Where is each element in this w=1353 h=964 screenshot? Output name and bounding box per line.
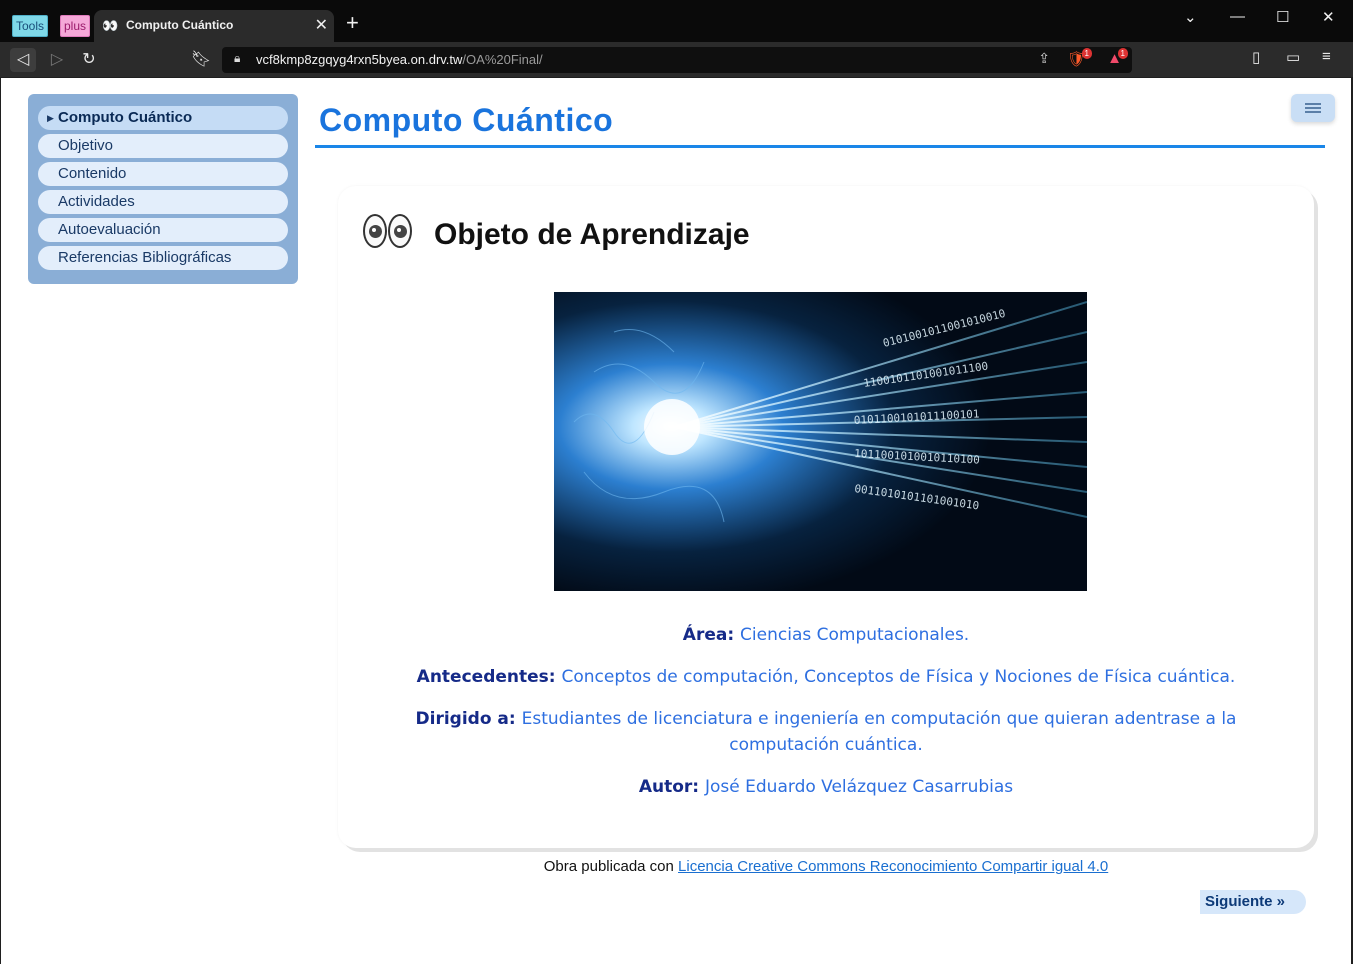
license-link[interactable]: Licencia Creative Commons Reconocimiento… (678, 858, 1108, 875)
rewards-badge: 1 (1117, 48, 1128, 59)
browser-navbar: ◁ ▷ ↻ 🔖︎ 🔒︎ vcf8kmp8zgqyg4rxn5byea.on.dr… (0, 42, 1353, 77)
address-bar[interactable]: 🔒︎ vcf8kmp8zgqyg4rxn5byea.on.drv.tw/OA%2… (222, 47, 1132, 73)
sidebar-item-computo-cuantico[interactable]: ▶ Computo Cuántico (38, 106, 288, 130)
tab-search-chevron-icon[interactable]: ⌄ (1184, 8, 1197, 26)
hamburger-menu-button[interactable] (1291, 94, 1335, 122)
brave-badge: 1 (1081, 48, 1092, 59)
forward-icon[interactable]: ▷ (44, 48, 70, 72)
sidebar-item-label: Computo Cuántico (58, 109, 193, 126)
sidebar-item-referencias[interactable]: Referencias Bibliográficas (38, 246, 288, 270)
meta-dirigido-value: Estudiantes de licenciatura e ingeniería… (521, 709, 1237, 755)
sidebar-item-contenido[interactable]: Contenido (38, 162, 288, 186)
bookmark-icon[interactable]: 🔖︎ (188, 48, 214, 72)
reload-icon[interactable]: ↻ (76, 48, 102, 72)
sidebar-item-actividades[interactable]: Actividades (38, 190, 288, 214)
tab-favicon-icon: 👀 (102, 18, 119, 33)
eyes-emoji-icon (361, 214, 413, 250)
extension-tools-button[interactable]: Tools (12, 15, 49, 37)
meta-autor: Autor: José Eduardo Velázquez Casarrubia… (638, 777, 1014, 797)
url-host: vcf8kmp8zgqyg4rxn5byea.on.drv.tw (256, 52, 463, 67)
hamburger-menu-icon (1305, 103, 1321, 113)
extension-plus-button[interactable]: plus (60, 15, 91, 37)
license-note: Obra publicada con Licencia Creative Com… (338, 858, 1314, 875)
meta-autor-key: Autor (638, 777, 693, 797)
meta-autor-value: José Eduardo Velázquez Casarrubias (705, 777, 1014, 797)
sidebar-item-label: Autoevaluación (58, 221, 161, 238)
back-icon[interactable]: ◁ (10, 48, 36, 72)
meta-antecedentes-value: Conceptos de computación, Conceptos de F… (561, 667, 1236, 687)
meta-area: Área: Ciencias Computacionales. (682, 625, 970, 645)
meta-antecedentes-key: Antecedentes (416, 667, 549, 687)
sidebar-item-label: Referencias Bibliográficas (58, 249, 232, 266)
url-path: /OA%20Final/ (462, 52, 543, 67)
quantum-hero-image: 0101001011001010010 1100101101001011100 … (554, 292, 1087, 591)
meta-dirigido-key: Dirigido a (415, 709, 509, 729)
content-card: Objeto de Aprendizaje 010100101100101001… (338, 186, 1314, 848)
next-button[interactable]: Siguiente » (1200, 890, 1306, 914)
sidebar-item-label: Contenido (58, 165, 127, 182)
tab-close-icon[interactable]: ✕ (315, 15, 328, 35)
sidebar-item-objetivo[interactable]: Objetivo (38, 134, 288, 158)
maximize-icon[interactable]: ☐ (1276, 8, 1289, 26)
close-window-icon[interactable]: ✕ (1322, 8, 1335, 26)
new-tab-icon[interactable]: + (346, 12, 359, 34)
license-prefix: Obra publicada con (543, 858, 679, 875)
sidebar-item-label: Objetivo (58, 137, 114, 154)
tab-title: Computo Cuántico (126, 18, 234, 32)
meta-area-value: Ciencias Computacionales. (740, 625, 970, 645)
sidebar-nav: ▶ Computo Cuántico Objetivo Contenido Act… (28, 94, 298, 284)
minimize-icon[interactable]: — (1230, 8, 1245, 25)
wallet-icon[interactable]: ▭ (1286, 48, 1300, 66)
card-heading: Objeto de Aprendizaje (434, 218, 750, 251)
title-divider (315, 145, 1325, 148)
sidebar-item-label: Actividades (58, 193, 135, 210)
active-tab[interactable]: 👀 Computo Cuántico ✕ (94, 10, 334, 42)
meta-dirigido: Dirigido a: Estudiantes de licenciatura … (415, 709, 1237, 755)
lock-icon: 🔒︎ (234, 51, 241, 65)
meta-area-key: Área (682, 625, 728, 645)
sidebar-toggle-icon[interactable]: ▯ (1252, 48, 1260, 66)
active-arrow-icon: ▶ (47, 113, 54, 123)
meta-antecedentes: Antecedentes: Conceptos de computación, … (416, 667, 1236, 687)
page-title: Computo Cuántico (319, 102, 614, 138)
share-icon[interactable]: ⇪ (1038, 50, 1050, 67)
sidebar-item-autoevaluacion[interactable]: Autoevaluación (38, 218, 288, 242)
url-text[interactable]: vcf8kmp8zgqyg4rxn5byea.on.drv.tw/OA%20Fi… (256, 52, 543, 67)
browser-menu-icon[interactable]: ≡ (1322, 48, 1331, 65)
ghost-menu-text (360, 0, 1340, 6)
browser-tabbar: Tools plus 👀 Computo Cuántico ✕ + ⌄ — ☐ … (0, 0, 1353, 42)
brave-shields-icon[interactable]: 🛡︎ 1 (1067, 48, 1092, 68)
brave-rewards-icon[interactable]: ▲ 1 (1107, 48, 1128, 67)
page-viewport: ▶ Computo Cuántico Objetivo Contenido Act… (1, 78, 1351, 964)
